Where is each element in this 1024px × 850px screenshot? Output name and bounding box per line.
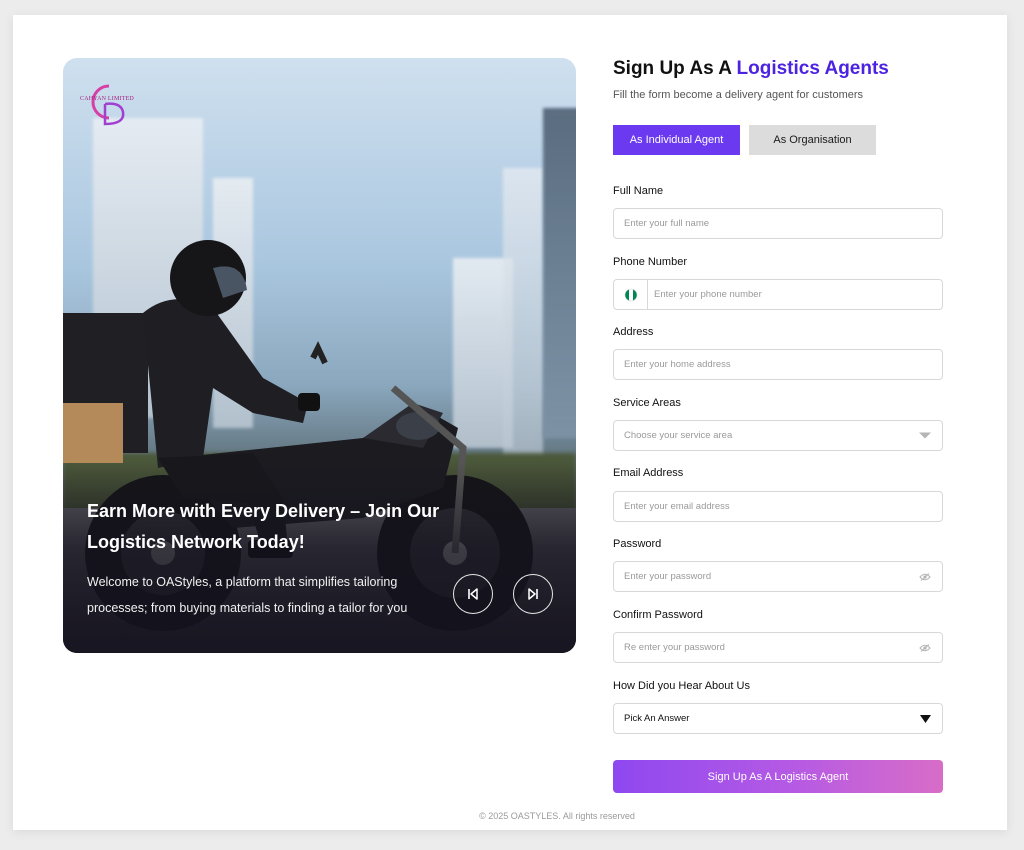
referral-label: How Did you Hear About Us — [613, 680, 750, 692]
previous-slide-button[interactable] — [453, 574, 493, 614]
service-areas-label: Service Areas — [613, 397, 681, 409]
email-label: Email Address — [613, 467, 684, 479]
hero-title: Earn More with Every Delivery – Join Our… — [87, 501, 440, 552]
eye-off-icon[interactable] — [919, 643, 931, 652]
title-prefix: Sign Up As A — [613, 58, 737, 79]
country-code-selector[interactable] — [614, 280, 648, 309]
address-placeholder: Enter your home address — [624, 359, 731, 370]
confirm-password-input[interactable]: Re enter your password — [613, 632, 943, 663]
company-logo-text: CAHYAN LIMITED — [80, 96, 134, 102]
next-slide-button[interactable] — [513, 574, 553, 614]
service-areas-placeholder: Choose your service area — [624, 430, 733, 441]
phone-number-input[interactable]: Enter your phone number — [613, 279, 943, 310]
email-input[interactable]: Enter your email address — [613, 491, 943, 522]
page-subtitle: Fill the form become a delivery agent fo… — [613, 89, 864, 101]
skip-previous-icon — [468, 588, 478, 600]
confirm-password-placeholder: Re enter your password — [624, 642, 725, 653]
full-name-label: Full Name — [613, 185, 664, 197]
referral-value: Pick An Answer — [624, 713, 690, 724]
full-name-input[interactable]: Enter your full name — [613, 208, 943, 239]
nigeria-flag-icon — [624, 288, 637, 301]
email-placeholder: Enter your email address — [624, 501, 730, 512]
tab-organisation[interactable]: As Organisation — [749, 125, 876, 155]
password-input[interactable]: Enter your password — [613, 561, 943, 592]
password-label: Password — [613, 538, 662, 550]
confirm-password-label: Confirm Password — [613, 609, 703, 621]
password-placeholder: Enter your password — [624, 571, 712, 582]
address-input[interactable]: Enter your home address — [613, 349, 943, 380]
footer-copyright: © 2025 OASTYLES. All rights reserved — [479, 811, 635, 821]
eye-off-icon[interactable] — [919, 572, 931, 581]
hero-panel: CAHYAN LIMITED Earn More with Every Deli… — [63, 58, 576, 653]
company-logo-icon — [91, 84, 125, 126]
caret-down-icon — [920, 714, 931, 723]
title-accent: Logistics Agents — [736, 58, 889, 79]
skip-next-icon — [528, 588, 538, 600]
full-name-placeholder: Enter your full name — [624, 218, 710, 229]
tab-individual-agent[interactable]: As Individual Agent — [613, 125, 740, 155]
address-label: Address — [613, 326, 654, 338]
phone-number-label: Phone Number — [613, 256, 687, 268]
sign-up-button[interactable]: Sign Up As A Logistics Agent — [613, 760, 943, 793]
hero-overlay — [63, 463, 576, 653]
page-title: Sign Up As A Logistics Agents — [613, 58, 889, 80]
hero-description: Welcome to OAStyles, a platform that sim… — [87, 575, 408, 615]
chevron-down-icon — [919, 432, 931, 438]
service-areas-select[interactable]: Choose your service area — [613, 420, 943, 451]
referral-select[interactable]: Pick An Answer — [613, 703, 943, 734]
